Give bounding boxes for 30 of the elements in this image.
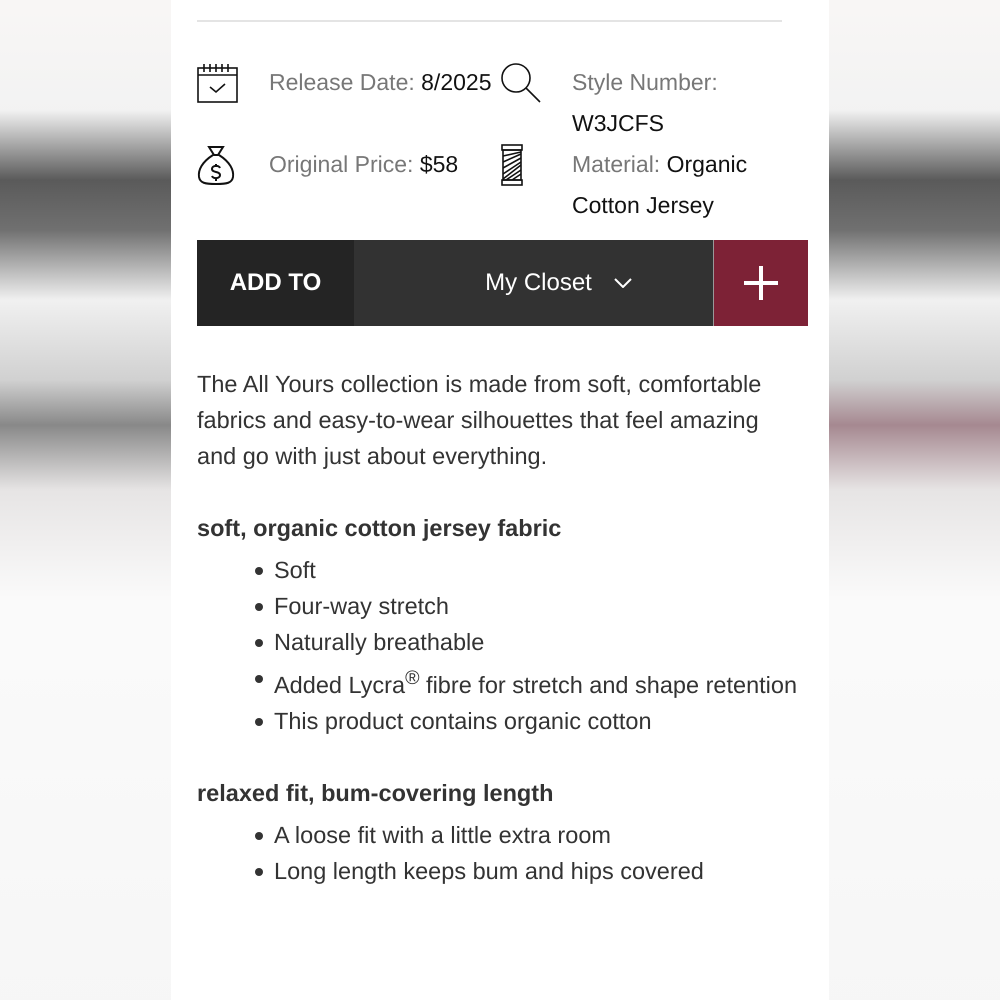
section-heading: soft, organic cotton jersey fabric: [197, 514, 562, 543]
closet-dropdown[interactable]: My Closet: [354, 240, 713, 326]
thread-spool-icon: [500, 144, 524, 186]
chevron-down-icon: [614, 278, 632, 288]
calendar-icon: [197, 62, 239, 104]
bullet-icon: [255, 718, 263, 726]
search-icon: [500, 62, 542, 104]
description-text: The All Yours collection is made from soft, comfortable fabrics and easy-to-wear silhouettes that feel amazing and go with just about everything.: [197, 370, 762, 471]
bullet-text: This product contains organic cotton: [274, 706, 652, 736]
add-button[interactable]: [713, 240, 808, 326]
money-bag-icon: [197, 144, 235, 186]
bullet-icon: [255, 603, 263, 611]
detail-text: Release Date: 8/2025: [269, 68, 492, 97]
bullet-icon: [255, 868, 263, 876]
bullet-icon: [255, 567, 263, 575]
detail-text: Original Price: $58: [269, 150, 460, 179]
section-heading: relaxed fit, bum-covering length: [197, 778, 554, 808]
detail-text: Style Number: W3JCFS: [572, 68, 719, 138]
plus-icon: [744, 266, 778, 300]
add-to-label: ADD TO: [197, 240, 354, 326]
detail-text: Material: Organic Cotton Jersey: [572, 150, 748, 220]
bullet-icon: [255, 675, 263, 683]
bullet-text: A loose fit with a little extra room: [274, 820, 611, 850]
bullet-text: Soft: [274, 556, 316, 585]
bullet-text: Four-way stretch: [274, 592, 449, 621]
bullet-text: Naturally breathable: [274, 628, 484, 657]
bullet-icon: [255, 832, 263, 840]
bullet-text: Long length keeps bum and hips covered: [274, 856, 704, 886]
bullet-icon: [255, 639, 263, 647]
bullet-text: Added Lycra$^{®}$ fibre for stretch and shape retention: [274, 666, 798, 700]
